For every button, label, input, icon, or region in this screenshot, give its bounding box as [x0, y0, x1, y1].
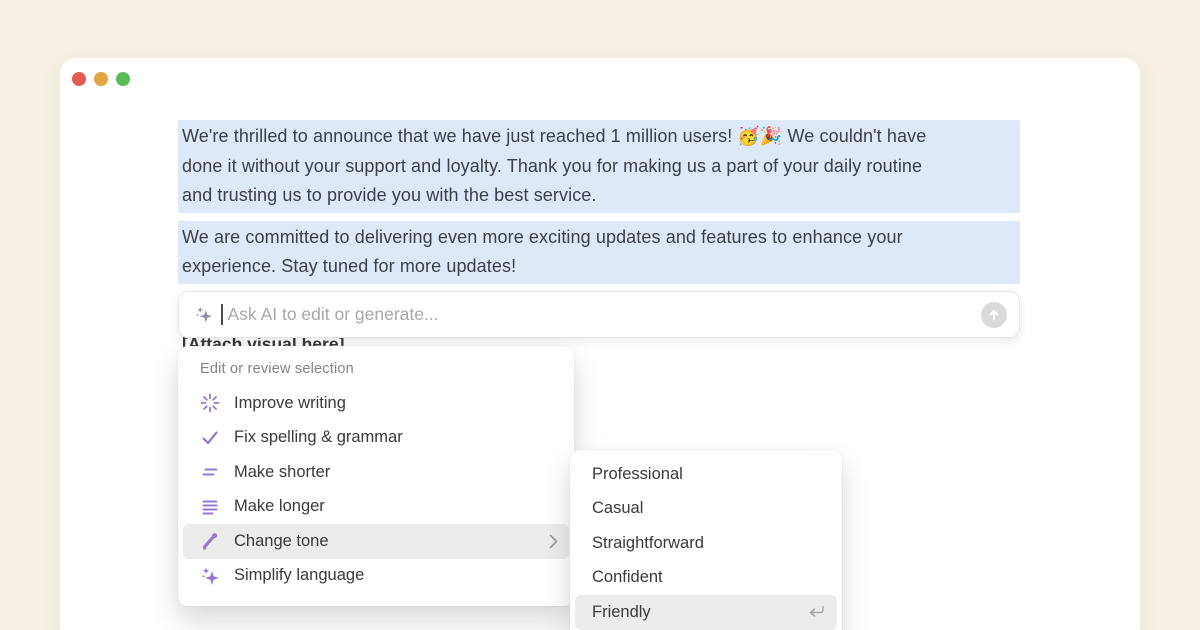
- sparkles-icon: [200, 566, 220, 586]
- tone-option-label: Friendly: [592, 603, 651, 622]
- menu-item-make-longer[interactable]: Make longer: [183, 490, 569, 525]
- chevron-right-icon: [549, 534, 558, 549]
- paragraph-line: We're thrilled to announce that we have …: [182, 122, 1014, 152]
- tone-option-friendly[interactable]: Friendly: [575, 595, 837, 630]
- two-lines-icon: [200, 462, 220, 482]
- ai-prompt-input[interactable]: [226, 303, 982, 326]
- send-button[interactable]: [981, 302, 1007, 328]
- selected-paragraph[interactable]: We're thrilled to announce that we have …: [178, 120, 1020, 213]
- menu-item-label: Fix spelling & grammar: [234, 428, 403, 447]
- menu-item-make-shorter[interactable]: Make shorter: [183, 455, 569, 490]
- tone-option-straightforward[interactable]: Straightforward: [575, 526, 837, 561]
- text-caret: [221, 304, 223, 325]
- traffic-light-minimize[interactable]: [94, 72, 108, 86]
- check-icon: [200, 428, 220, 448]
- menu-item-label: Make longer: [234, 497, 325, 516]
- ai-sparkle-icon: [195, 306, 213, 324]
- menu-item-label: Change tone: [234, 532, 329, 551]
- change-tone-submenu: Professional Casual Straightforward Confide…: [570, 450, 842, 630]
- ai-edit-menu: Edit or review selection Improve writing…: [178, 346, 574, 606]
- selected-paragraph[interactable]: We are committed to delivering even more…: [178, 221, 1020, 284]
- four-lines-icon: [200, 497, 220, 517]
- tone-option-label: Confident: [592, 568, 663, 587]
- tone-option-label: Casual: [592, 499, 643, 518]
- tone-option-label: Professional: [592, 465, 683, 484]
- paragraph-line: We are committed to delivering even more…: [182, 223, 1014, 253]
- page-background: We're thrilled to announce that we have …: [0, 0, 1200, 630]
- tone-option-professional[interactable]: Professional: [575, 457, 837, 492]
- tone-option-label: Straightforward: [592, 534, 704, 553]
- menu-header: Edit or review selection: [178, 346, 574, 386]
- paragraph-line: done it without your support and loyalty…: [182, 152, 1014, 182]
- editor-selected-text: We're thrilled to announce that we have …: [178, 120, 1020, 284]
- menu-item-label: Simplify language: [234, 566, 364, 585]
- sparkle-burst-icon: [200, 393, 220, 413]
- menu-item-improve-writing[interactable]: Improve writing: [183, 386, 569, 421]
- traffic-light-close[interactable]: [72, 72, 86, 86]
- tone-option-casual[interactable]: Casual: [575, 492, 837, 527]
- return-icon: [807, 605, 826, 619]
- window-controls: [72, 72, 130, 86]
- pen-icon: [200, 531, 220, 551]
- menu-item-change-tone[interactable]: Change tone: [183, 524, 569, 559]
- traffic-light-zoom[interactable]: [116, 72, 130, 86]
- tone-option-confident[interactable]: Confident: [575, 561, 837, 596]
- menu-item-label: Improve writing: [234, 394, 346, 413]
- ai-prompt-bar[interactable]: [178, 291, 1020, 338]
- menu-item-simplify-language[interactable]: Simplify language: [183, 559, 569, 594]
- paragraph-line: and trusting us to provide you with the …: [182, 181, 1014, 211]
- menu-item-label: Make shorter: [234, 463, 330, 482]
- paragraph-line: experience. Stay tuned for more updates!: [182, 252, 1014, 282]
- menu-item-fix-spelling-grammar[interactable]: Fix spelling & grammar: [183, 421, 569, 456]
